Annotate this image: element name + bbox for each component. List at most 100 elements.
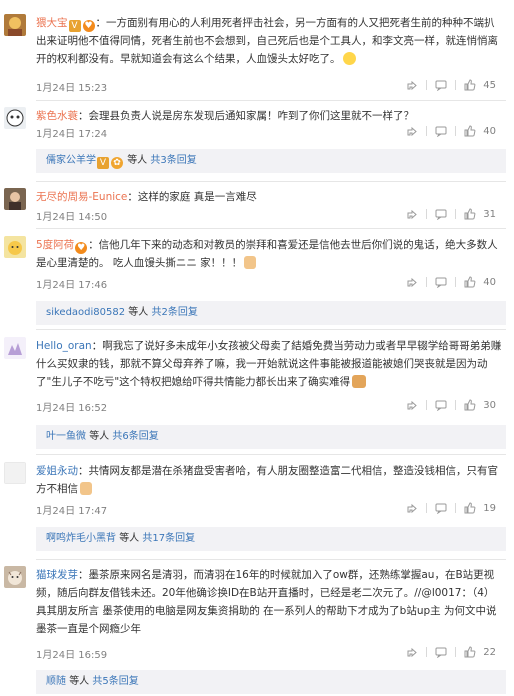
timestamp: 1月24日 16:52	[36, 403, 108, 414]
comment-actions: 40	[401, 276, 496, 288]
username-link[interactable]: Hello_oran	[36, 340, 92, 352]
flower-badge-icon: ✿	[111, 157, 123, 169]
reply-prefix: 等人	[69, 676, 90, 687]
reply-count-link[interactable]: 共5条回复	[92, 676, 138, 687]
thumbs-up-icon[interactable]	[464, 208, 476, 220]
comment-text: 5度阿荷 ♥ ：信他几年下来的动态和对教员的崇拜和喜爱还是信他去世后你们说的鬼话，绝…	[36, 236, 504, 272]
emoji-icon	[80, 482, 92, 495]
share-icon[interactable]	[406, 276, 418, 288]
username-link[interactable]: 无尽的周易-Eunice	[36, 191, 127, 203]
comment-icon[interactable]	[435, 208, 447, 220]
reply-summary[interactable]: 叶一鱼微 等人 共6条回复	[36, 425, 506, 449]
divider	[455, 503, 457, 513]
share-icon[interactable]	[406, 399, 418, 411]
reply-username[interactable]: sikedaodi80582	[46, 307, 125, 318]
heart-badge-icon: ♥	[82, 20, 95, 32]
comment-content: ：墨茶原来网名是清羽，而清羽在16年的时候就加入了ow群，还熟练掌握au，在B站…	[36, 569, 497, 635]
divider	[455, 277, 457, 287]
divider	[36, 559, 506, 560]
timestamp: 1月24日 15:23	[36, 83, 108, 94]
reply-count-link[interactable]: 共17条回复	[142, 533, 195, 544]
comment-meta: 1月24日 17:46 40	[36, 276, 504, 292]
comment-text: 爱姐永动：共情网友都是潜在杀猪盘受害者哈，有人朋友圈整造富二代相信，整造没钱相信…	[36, 462, 504, 498]
reply-username[interactable]: 儒家公羊学	[46, 155, 96, 166]
avatar[interactable]	[4, 566, 26, 588]
verified-badge-icon: V	[97, 157, 109, 169]
share-icon[interactable]	[406, 208, 418, 220]
thumbs-up-icon[interactable]	[464, 502, 476, 514]
like-count: 45	[483, 79, 496, 91]
avatar[interactable]	[4, 337, 26, 359]
thumbs-up-icon[interactable]	[464, 646, 476, 658]
reply-prefix: 等人	[127, 155, 148, 166]
comment-content: ：啊我忘了说好多未成年小女孩被父母卖了結婚免费当劳动力或者早早辍学给哥哥弟弟赚什…	[36, 340, 502, 388]
emoji-icon	[244, 256, 257, 269]
avatar[interactable]	[4, 236, 26, 258]
reply-summary[interactable]: sikedaodi80582 等人 共2条回复	[36, 301, 506, 325]
comment-actions: 19	[401, 502, 496, 514]
username-link[interactable]: 紫色水蓑	[36, 110, 78, 122]
reply-summary[interactable]: 啊鸣炸毛小黑背 等人 共17条回复	[36, 527, 506, 551]
reply-username[interactable]: 叶一鱼微	[46, 431, 86, 442]
reply-username[interactable]: 啊鸣炸毛小黑背	[46, 533, 116, 544]
divider	[455, 126, 457, 136]
comment-meta: 1月24日 17:47 19	[36, 502, 504, 518]
divider	[36, 228, 506, 229]
avatar[interactable]	[4, 462, 26, 484]
thumbs-up-icon[interactable]	[464, 125, 476, 137]
share-icon[interactable]	[406, 502, 418, 514]
reply-count-link[interactable]: 共3条回复	[150, 155, 196, 166]
comment-text: 猥大宝 V ♥ ：一方面别有用心的人利用死者抨击社会，另一方面有的人又把死者生前的种种…	[36, 14, 504, 68]
thumbs-up-icon[interactable]	[464, 79, 476, 91]
comment-meta: 1月24日 16:52 30	[36, 399, 504, 415]
share-icon[interactable]	[406, 79, 418, 91]
divider	[455, 400, 457, 410]
thumbs-up-icon[interactable]	[464, 276, 476, 288]
timestamp: 1月24日 16:59	[36, 650, 108, 661]
divider	[426, 126, 428, 136]
like-count: 30	[483, 399, 496, 411]
thumbs-up-icon[interactable]	[464, 399, 476, 411]
avatar[interactable]	[4, 107, 26, 129]
divider	[455, 647, 457, 657]
comment-text: 猫球发芽：墨茶原来网名是清羽，而清羽在16年的时候就加入了ow群，还熟练掌握au…	[36, 566, 504, 638]
comment-icon[interactable]	[435, 399, 447, 411]
comment-text: Hello_oran：啊我忘了说好多未成年小女孩被父母卖了結婚免费当劳动力或者早…	[36, 337, 504, 391]
like-count: 22	[483, 646, 496, 658]
comment-actions: 31	[401, 208, 496, 220]
username-link[interactable]: 猥大宝	[36, 17, 68, 29]
divider	[36, 329, 506, 330]
comment-content: ：这样的家庭 真是一言难尽	[127, 191, 257, 203]
divider	[426, 80, 428, 90]
comment-icon[interactable]	[435, 79, 447, 91]
username-link[interactable]: 猫球发芽	[36, 569, 78, 581]
like-count: 19	[483, 502, 496, 514]
timestamp: 1月24日 17:47	[36, 506, 108, 517]
comment-meta: 1月24日 17:24 40	[36, 125, 504, 141]
comment-icon[interactable]	[435, 646, 447, 658]
reply-username[interactable]: 顺随	[46, 676, 66, 687]
comment-icon[interactable]	[435, 276, 447, 288]
share-icon[interactable]	[406, 125, 418, 137]
comment-icon[interactable]	[435, 502, 447, 514]
comment-meta: 1月24日 16:59 22	[36, 646, 504, 662]
timestamp: 1月24日 14:50	[36, 212, 108, 223]
comment-meta: 1月24日 15:23 45	[36, 79, 504, 95]
avatar[interactable]	[4, 14, 26, 36]
emoji-icon	[352, 375, 367, 388]
reply-summary[interactable]: 儒家公羊学 V ✿ 等人 共3条回复	[36, 149, 506, 173]
reply-summary[interactable]: 顺随 等人 共5条回复	[36, 670, 506, 694]
like-count: 40	[483, 125, 496, 137]
share-icon[interactable]	[406, 646, 418, 658]
comment-meta: 1月24日 14:50 31	[36, 208, 504, 224]
username-link[interactable]: 5度阿荷	[36, 239, 74, 251]
comment-actions: 45	[401, 79, 496, 91]
reply-count-link[interactable]: 共6条回复	[112, 431, 158, 442]
avatar[interactable]	[4, 188, 26, 210]
comment-icon[interactable]	[435, 125, 447, 137]
comment-content: ：信他几年下来的动态和对教员的崇拜和喜爱还是信他去世后你们说的鬼话，绝大多数人是…	[36, 239, 498, 269]
reply-count-link[interactable]: 共2条回复	[151, 307, 197, 318]
reply-prefix: 等人	[89, 431, 110, 442]
comment-actions: 30	[401, 399, 496, 411]
username-link[interactable]: 爱姐永动	[36, 465, 78, 477]
